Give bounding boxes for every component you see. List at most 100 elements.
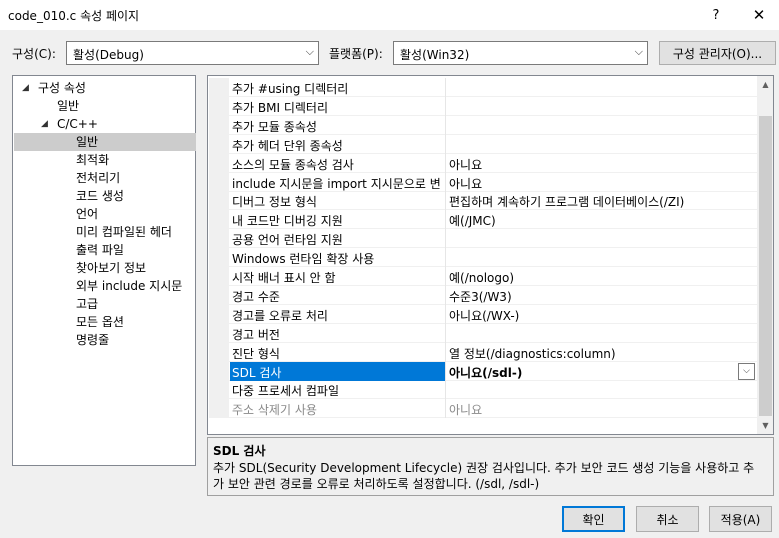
property-value[interactable]: 예(/nologo) <box>449 269 749 286</box>
row-margin <box>209 172 229 192</box>
row-margin <box>209 380 229 400</box>
tree-item-label: 코드 생성 <box>76 189 124 203</box>
window-title: code_010.c 속성 페이지 <box>8 9 140 23</box>
property-row[interactable]: 주소 삭제기 사용 아니요 <box>209 399 757 419</box>
property-value[interactable]: 아니요(/sdl-) <box>449 364 749 381</box>
tree-item[interactable]: 고급 <box>14 295 196 313</box>
tree-item[interactable]: 일반 <box>14 97 196 115</box>
row-margin <box>209 361 229 381</box>
column-divider <box>445 229 446 249</box>
configuration-value: 활성(Debug) <box>73 48 144 62</box>
property-value[interactable]: 아니요 <box>449 401 749 418</box>
description-panel: SDL 검사 추가 SDL(Security Development Lifec… <box>207 437 774 496</box>
configuration-select[interactable]: 활성(Debug) ⌵ <box>66 41 319 65</box>
tree-item[interactable]: ◢ 구성 속성 <box>14 79 196 97</box>
category-tree[interactable]: ◢ 구성 속성일반 ◢ C/C++ 일반최적화전처리기코드 생성언어 미리 컴파일된 헤더… <box>12 75 196 466</box>
property-row[interactable]: 추가 #using 디렉터리 <box>209 78 757 97</box>
tree-item-label: 찾아보기 정보 <box>76 261 147 275</box>
column-divider <box>445 248 446 268</box>
tree-item-label: 전처리기 <box>76 171 121 185</box>
tree-item[interactable]: 출력 파일 <box>14 241 196 259</box>
tree-item[interactable]: 전처리기 <box>14 169 196 187</box>
property-row[interactable]: 경고를 오류로 처리 아니요(/WX-) <box>209 304 757 324</box>
platform-label: 플랫폼(P): <box>329 47 383 61</box>
tree-item[interactable]: 외부 include 지시문 <box>14 277 196 295</box>
close-icon: ✕ <box>752 6 766 24</box>
property-row[interactable]: 내 코드만 디버깅 지원 예(/JMC) <box>209 210 757 230</box>
property-row[interactable]: 다중 프로세서 컴파일 <box>209 380 757 400</box>
row-margin <box>209 115 229 135</box>
tree-item-label: 외부 include 지시문 <box>76 279 183 293</box>
tree-item[interactable]: 코드 생성 <box>14 187 196 205</box>
column-divider <box>445 323 446 343</box>
property-value[interactable]: 수준3(/W3) <box>449 288 749 305</box>
tree-item[interactable]: 모든 옵션 <box>14 313 196 331</box>
property-row[interactable]: 소스의 모듈 종속성 검사 아니요 <box>209 153 757 173</box>
row-margin <box>209 248 229 268</box>
scroll-thumb[interactable] <box>759 116 772 416</box>
property-row[interactable]: include 지시문을 import 지시문으로 변 아니요 <box>209 172 757 192</box>
row-margin <box>209 304 229 324</box>
property-row[interactable]: 디버그 정보 형식 편집하며 계속하기 프로그램 데이터베이스(/ZI) <box>209 191 757 211</box>
tree-item[interactable]: 언어 <box>14 205 196 223</box>
property-value[interactable]: 열 정보(/diagnostics:column) <box>449 345 749 362</box>
chevron-down-icon: ⌵ <box>634 45 643 58</box>
property-name: 디버그 정보 형식 <box>232 195 317 210</box>
expand-arrow-icon[interactable]: ◢ <box>22 79 29 97</box>
tree-item[interactable]: 최적화 <box>14 151 196 169</box>
chevron-down-icon[interactable]: ⌵ <box>738 362 755 380</box>
apply-button[interactable]: 적용(A) <box>709 506 772 532</box>
property-name: 추가 #using 디렉터리 <box>232 82 349 96</box>
ok-button[interactable]: 확인 <box>562 506 625 532</box>
property-row[interactable]: Windows 런타임 확장 사용 <box>209 248 757 268</box>
vertical-scrollbar[interactable]: ▲ ▼ <box>757 76 773 434</box>
property-row[interactable]: 추가 모듈 종속성 <box>209 115 757 135</box>
platform-select[interactable]: 활성(Win32) ⌵ <box>393 41 648 65</box>
tree-item[interactable]: 미리 컴파일된 헤더 <box>14 223 196 241</box>
property-row[interactable]: 추가 BMI 디렉터리 <box>209 96 757 116</box>
property-row[interactable]: 경고 수준 수준3(/W3) <box>209 285 757 305</box>
configuration-label: 구성(C): <box>12 47 56 61</box>
property-row[interactable]: 진단 형식 열 정보(/diagnostics:column) <box>209 342 757 362</box>
property-value[interactable]: 아니요(/WX-) <box>449 307 749 324</box>
column-divider <box>445 210 446 230</box>
tree-item-label: 일반 <box>57 99 80 113</box>
tree-item-label: C/C++ <box>57 117 98 131</box>
help-icon: ? <box>712 7 720 23</box>
property-row[interactable]: 시작 배너 표시 안 함 예(/nologo) <box>209 267 757 286</box>
property-name: 추가 헤더 단위 종속성 <box>232 138 343 153</box>
tree-item[interactable]: 일반 <box>14 133 196 151</box>
expand-arrow-icon[interactable]: ◢ <box>41 115 48 133</box>
property-row[interactable]: 추가 헤더 단위 종속성 <box>209 134 757 154</box>
property-grid[interactable]: 추가 #using 디렉터리 추가 BMI 디렉터리 추가 모듈 종속성추가 헤더 … <box>207 75 774 435</box>
property-row[interactable]: 공용 언어 런타임 지원 <box>209 229 757 249</box>
title-bar: code_010.c 속성 페이지 ? ✕ <box>0 0 779 30</box>
tree-item[interactable]: 명령줄 <box>14 331 196 349</box>
scroll-up-icon[interactable]: ▲ <box>757 76 773 93</box>
property-value[interactable]: 예(/JMC) <box>449 212 749 229</box>
tree-item[interactable]: ◢ C/C++ <box>14 115 196 133</box>
property-value[interactable]: 아니요 <box>449 175 749 192</box>
description-title: SDL 검사 <box>213 444 266 458</box>
column-divider <box>445 134 446 154</box>
property-value[interactable]: 아니요 <box>449 156 749 173</box>
property-row[interactable]: SDL 검사 아니요(/sdl-) ⌵ <box>209 361 757 381</box>
row-margin <box>209 323 229 343</box>
cancel-button[interactable]: 취소 <box>636 506 699 532</box>
property-value[interactable]: 편집하며 계속하기 프로그램 데이터베이스(/ZI) <box>449 193 749 210</box>
row-margin <box>209 399 229 419</box>
row-margin <box>209 153 229 173</box>
tree-item-label: 최적화 <box>76 153 110 167</box>
configuration-manager-button[interactable]: 구성 관리자(O)... <box>659 41 776 65</box>
tree-item[interactable]: 찾아보기 정보 <box>14 259 196 277</box>
scroll-down-icon[interactable]: ▼ <box>757 417 773 434</box>
platform-value: 활성(Win32) <box>400 48 470 62</box>
help-button[interactable]: ? <box>696 0 736 30</box>
close-button[interactable]: ✕ <box>739 0 779 30</box>
tree-item-label: 일반 <box>76 135 99 149</box>
property-row[interactable]: 경고 버전 <box>209 323 757 343</box>
column-divider <box>445 380 446 400</box>
column-divider <box>445 153 446 173</box>
row-margin <box>209 134 229 154</box>
property-name: Windows 런타임 확장 사용 <box>232 252 375 267</box>
